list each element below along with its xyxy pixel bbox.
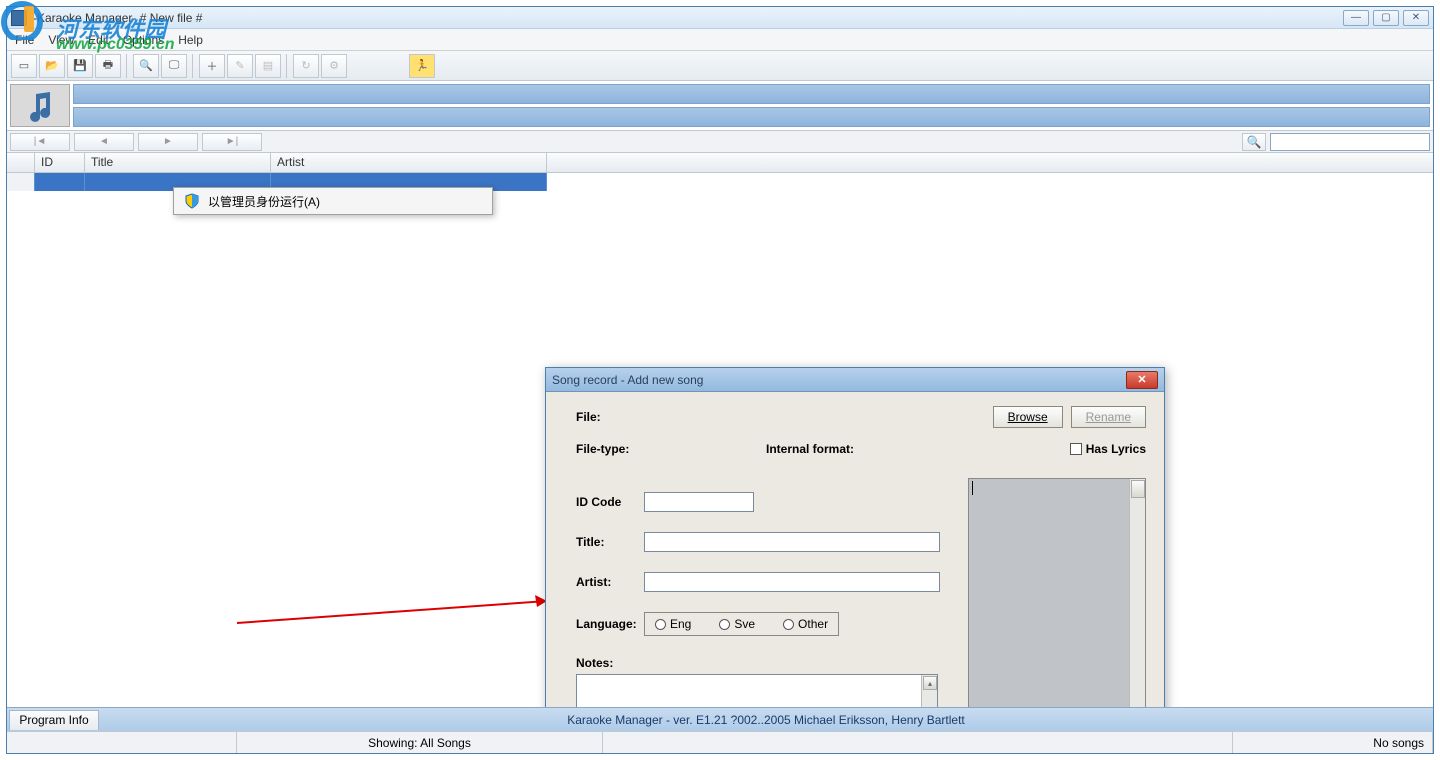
window-title: -Karaoke Manager- # New file # [33, 11, 1343, 25]
maximize-button[interactable]: ▢ [1373, 10, 1399, 26]
program-info-tab[interactable]: Program Info [9, 710, 99, 730]
status-cell-3 [603, 732, 1233, 753]
notes-textarea[interactable]: ▴ ▾ [576, 674, 938, 707]
toolbar-separator [192, 54, 196, 78]
toolbar-separator [126, 54, 130, 78]
window-controls: — ▢ ✕ [1343, 10, 1429, 26]
notes-label: Notes: [576, 656, 613, 670]
cell-id [35, 173, 85, 191]
status-cell-1 [7, 732, 237, 753]
search-input[interactable] [1270, 133, 1430, 151]
lyrics-preview-panel[interactable]: ◂▸ [968, 478, 1146, 707]
status-showing: Showing: All Songs [237, 732, 603, 753]
menu-file[interactable]: File [15, 33, 34, 47]
nav-prev-button[interactable]: ◄ [74, 133, 134, 151]
language-label: Language: [576, 617, 644, 631]
file-label: File: [576, 410, 636, 424]
shield-icon [184, 193, 200, 209]
status-bar: Showing: All Songs No songs [7, 731, 1433, 753]
text-caret [972, 481, 973, 495]
music-note-icon [10, 84, 70, 127]
lang-other-radio[interactable]: Other [783, 617, 828, 631]
status-nosongs: No songs [1233, 732, 1433, 753]
program-info-text: Karaoke Manager - ver. E1.21 ?002..2005 … [99, 713, 1433, 727]
lang-eng-radio[interactable]: Eng [655, 617, 691, 631]
minimize-button[interactable]: — [1343, 10, 1369, 26]
rename-button[interactable]: Rename [1071, 406, 1146, 428]
open-icon[interactable]: 📂 [39, 54, 65, 78]
col-header-artist[interactable]: Artist [271, 153, 547, 172]
song-record-dialog: Song record - Add new song ✕ File: Brows… [545, 367, 1165, 707]
idcode-label: ID Code [576, 495, 644, 509]
menu-view[interactable]: View [48, 33, 74, 47]
config-icon[interactable]: ⚙ [321, 54, 347, 78]
title-input[interactable] [644, 532, 940, 552]
scrollbar-vertical[interactable]: ▴ ▾ [921, 675, 937, 707]
scroll-up-icon[interactable]: ▴ [923, 676, 937, 690]
internal-format-label: Internal format: [766, 442, 1070, 456]
title-label: Title: [576, 535, 644, 549]
nav-next-button[interactable]: ► [138, 133, 198, 151]
context-item-label: 以管理员身份运行(A) [208, 193, 320, 210]
filetype-label: File-type: [576, 442, 766, 456]
info-bar: Program Info Karaoke Manager - ver. E1.2… [7, 707, 1433, 731]
edit-icon[interactable]: ✎ [227, 54, 253, 78]
search-icon[interactable]: 🔍 [1242, 133, 1266, 151]
context-menu: 以管理员身份运行(A) [173, 187, 493, 215]
artist-label: Artist: [576, 575, 644, 589]
find-icon[interactable]: 🔍 [133, 54, 159, 78]
menu-options[interactable]: Options [123, 33, 164, 47]
idcode-input[interactable] [644, 492, 754, 512]
title-bar-strip [73, 84, 1430, 104]
print-icon[interactable]: 🖶 [95, 54, 121, 78]
has-lyrics-label: Has Lyrics [1086, 442, 1146, 456]
close-button[interactable]: ✕ [1403, 10, 1429, 26]
menu-edit[interactable]: Edit [88, 33, 109, 47]
monitor-icon[interactable]: 🖵 [161, 54, 187, 78]
dialog-titlebar: Song record - Add new song ✕ [546, 368, 1164, 392]
add-icon[interactable]: ＋ [199, 54, 225, 78]
context-run-as-admin[interactable]: 以管理员身份运行(A) [176, 190, 490, 212]
col-header-title[interactable]: Title [85, 153, 271, 172]
menubar: File View Edit Options Help [7, 29, 1433, 51]
table-area: ID Title Artist 以管理员身份运行(A) Song record … [7, 153, 1433, 707]
titlebar: -Karaoke Manager- # New file # — ▢ ✕ [7, 7, 1433, 29]
browse-button[interactable]: Browse [993, 406, 1063, 428]
nav-last-button[interactable]: ►| [202, 133, 262, 151]
props-icon[interactable]: ▤ [255, 54, 281, 78]
scroll-thumb[interactable] [1131, 480, 1145, 498]
artist-bar-strip [73, 107, 1430, 127]
save-icon[interactable]: 💾 [67, 54, 93, 78]
row-handle [7, 173, 35, 191]
artist-input[interactable] [644, 572, 940, 592]
scrollbar-vertical[interactable] [1129, 479, 1145, 707]
new-icon[interactable]: ▭ [11, 54, 37, 78]
language-group: Eng Sve Other [644, 612, 839, 636]
has-lyrics-checkbox[interactable] [1070, 443, 1082, 455]
column-headers: ID Title Artist [7, 153, 1433, 173]
col-header-id[interactable]: ID [35, 153, 85, 172]
col-corner [7, 153, 35, 172]
dialog-close-button[interactable]: ✕ [1126, 371, 1158, 389]
header-strip [7, 81, 1433, 131]
toolbar-separator [286, 54, 290, 78]
toolbar: ▭ 📂 💾 🖶 🔍 🖵 ＋ ✎ ▤ ↻ ⚙ 🏃 [7, 51, 1433, 81]
nav-first-button[interactable]: |◄ [10, 133, 70, 151]
main-window: -Karaoke Manager- # New file # — ▢ ✕ Fil… [6, 6, 1434, 754]
app-icon [11, 10, 27, 26]
refresh-icon[interactable]: ↻ [293, 54, 319, 78]
annotation-arrow [237, 593, 567, 633]
lang-sve-radio[interactable]: Sve [719, 617, 755, 631]
exit-icon[interactable]: 🏃 [409, 54, 435, 78]
dialog-title: Song record - Add new song [552, 373, 1126, 387]
menu-help[interactable]: Help [178, 33, 203, 47]
nav-row: |◄ ◄ ► ►| 🔍 [7, 131, 1433, 153]
